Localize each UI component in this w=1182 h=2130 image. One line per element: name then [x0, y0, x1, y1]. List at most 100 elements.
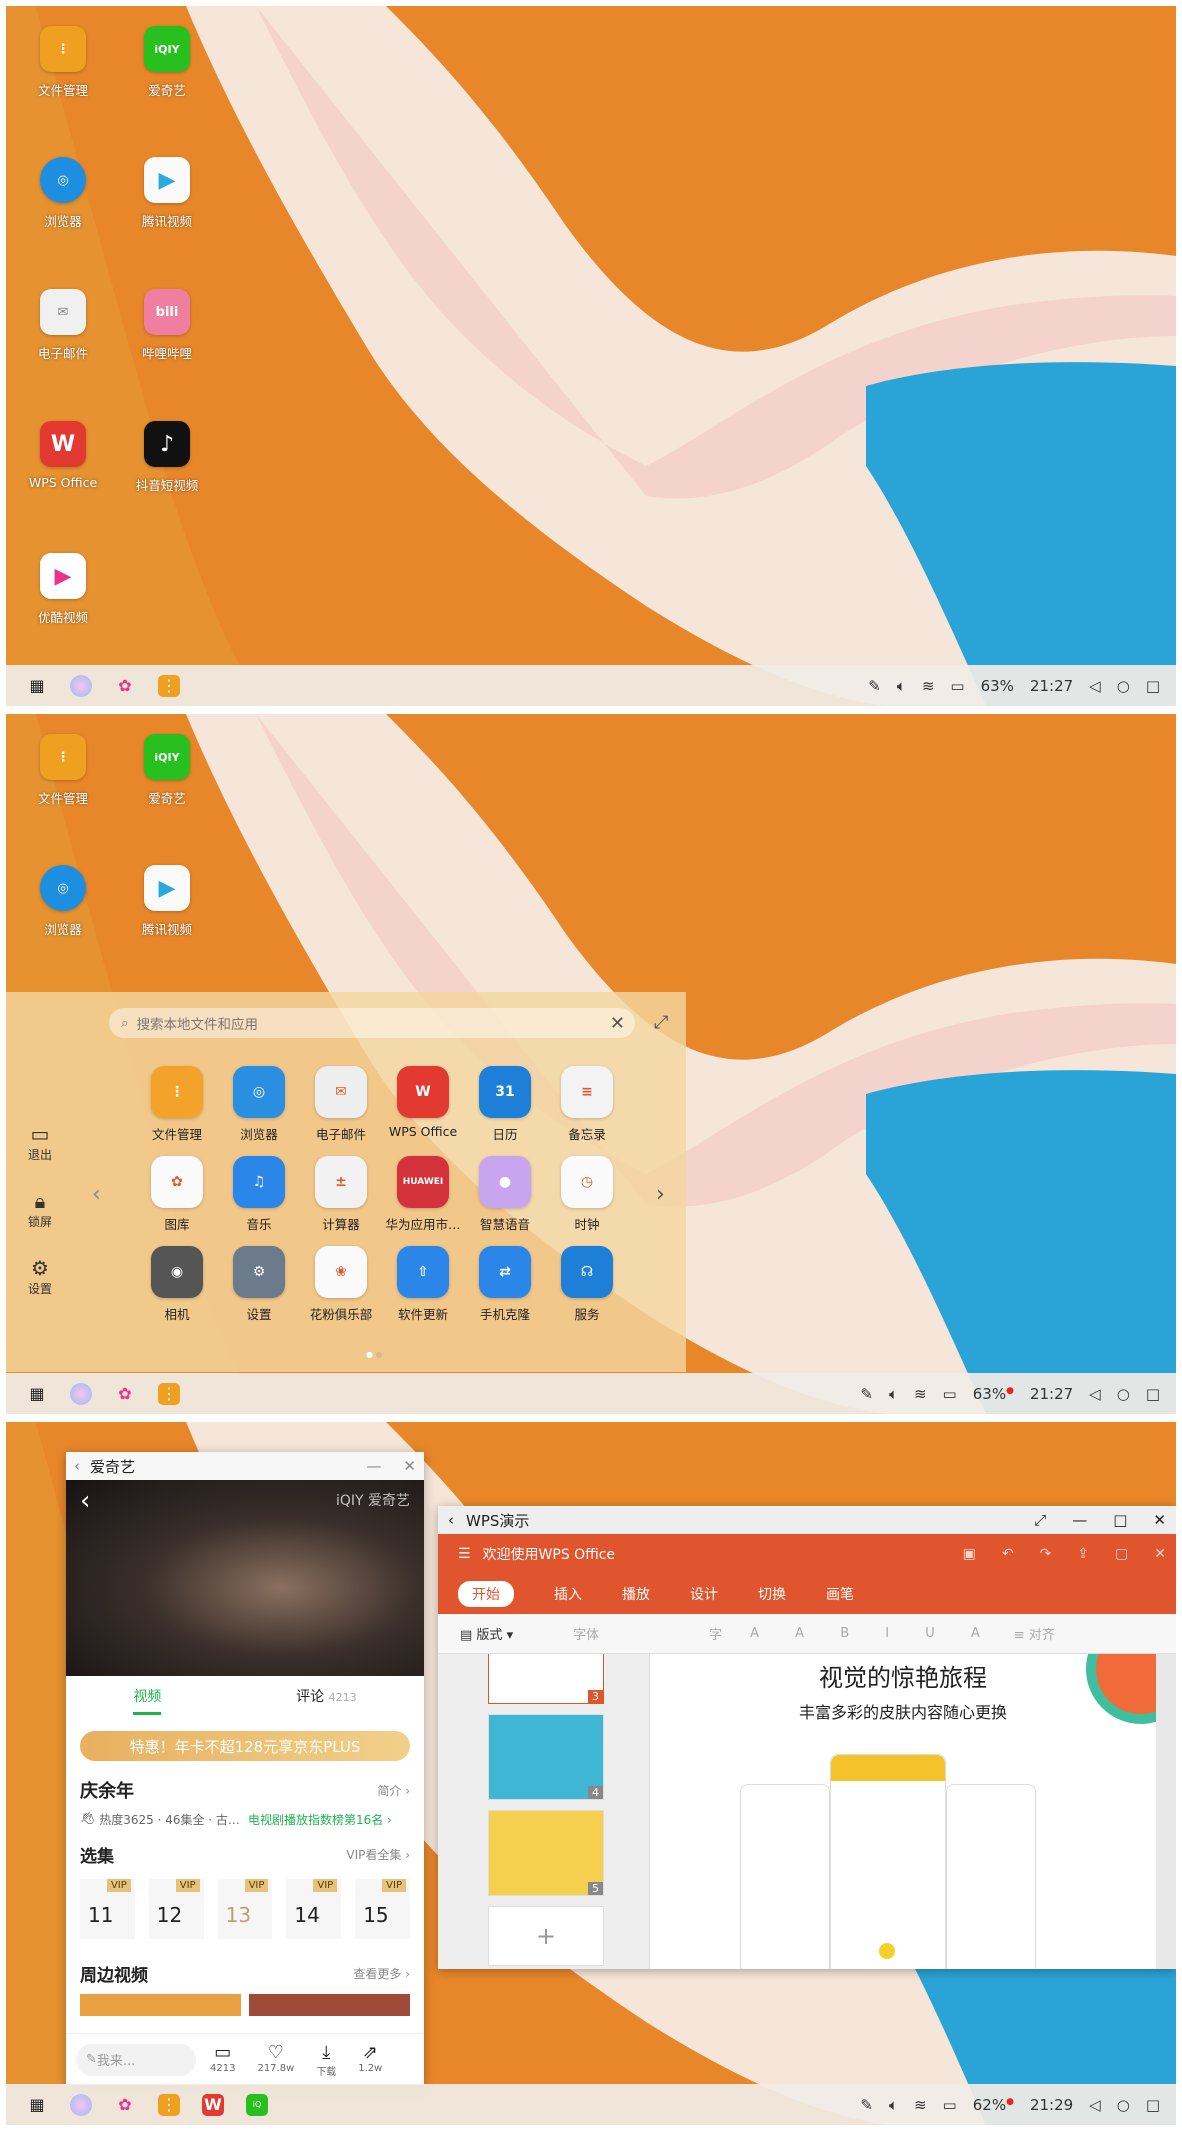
desktop-app-youku[interactable]: ▶ 优酷视频	[8, 553, 118, 626]
launcher-app[interactable]: HUAWEI 华为应用市…	[382, 1156, 464, 1233]
episode-item[interactable]: VIP 11	[80, 1879, 135, 1939]
launcher-app[interactable]: ● 智慧语音	[464, 1156, 546, 1233]
action-button[interactable]: ▭ 4213	[210, 2042, 235, 2078]
related-thumb[interactable]	[249, 1994, 410, 2016]
voice-assistant-icon[interactable]	[70, 1382, 92, 1405]
rank-link[interactable]: 电视剧播放指数榜第16名 ›	[248, 1811, 392, 1828]
file-manager-icon[interactable]: ⋮	[158, 2093, 180, 2116]
home-icon[interactable]: ○	[1117, 1385, 1130, 1403]
search-input[interactable]: ⌕ 搜索本地文件和应用 ✕	[109, 1008, 635, 1038]
format-buttons[interactable]: A A B I U A	[750, 1626, 996, 1641]
back-icon[interactable]: ◁	[1089, 2096, 1101, 2114]
promo-banner[interactable]: 特惠！年卡不超128元享京东PLUS	[80, 1731, 410, 1761]
file-manager-icon[interactable]: ⋮	[158, 674, 180, 697]
tab-comment[interactable]: 评论 4213	[296, 1686, 356, 1715]
launcher-app[interactable]: ♫ 音乐	[218, 1156, 300, 1233]
slide-thumb[interactable]: 5	[488, 1810, 604, 1896]
desktop-app-file-manager[interactable]: ⋮ 文件管理	[8, 26, 118, 99]
more-link[interactable]: 查看更多 ›	[353, 1965, 410, 1982]
home-icon[interactable]: ○	[1117, 2096, 1130, 2114]
app-drawer-icon[interactable]: ▦	[26, 675, 48, 697]
intro-link[interactable]: 简介 ›	[377, 1782, 410, 1799]
episode-item[interactable]: VIP 13	[217, 1879, 273, 1939]
add-slide-button[interactable]: +	[488, 1906, 604, 1966]
scrollbar[interactable]	[1156, 1654, 1176, 1969]
minimize-icon[interactable]: —	[1072, 1511, 1087, 1529]
back-icon[interactable]: ◁	[1089, 1385, 1101, 1403]
gallery-icon[interactable]: ✿	[114, 1383, 136, 1405]
exit-button[interactable]: ▭ 退出	[20, 1122, 60, 1163]
launcher-app[interactable]: ◎ 浏览器	[218, 1066, 300, 1143]
desktop-app-iqiyi[interactable]: iQIY 爱奇艺	[112, 734, 222, 807]
ribbon-tab[interactable]: 插入	[554, 1584, 582, 1604]
launcher-app[interactable]: ◉ 相机	[136, 1246, 218, 1323]
minimize-icon[interactable]: —	[366, 1457, 381, 1475]
action-button[interactable]: ♡ 217.8w	[257, 2042, 294, 2078]
font-select[interactable]: 字体	[573, 1624, 599, 1643]
ribbon-tab[interactable]: 切换	[758, 1584, 786, 1604]
launcher-app[interactable]: ⋮ 文件管理	[136, 1066, 218, 1143]
save-icon[interactable]: ▣	[963, 1546, 976, 1562]
episode-item[interactable]: VIP 12	[148, 1879, 204, 1939]
back-icon[interactable]: ‹	[448, 1511, 454, 1529]
layout-button[interactable]: ▤ 版式 ▾	[460, 1624, 513, 1643]
desktop-app-wps[interactable]: W WPS Office	[8, 421, 118, 490]
volume-icon[interactable]: 🔈︎	[889, 2096, 898, 2114]
launcher-app[interactable]: ☊ 服务	[546, 1246, 628, 1323]
desktop-app-browser[interactable]: ◎ 浏览器	[8, 157, 118, 230]
ribbon-tab[interactable]: 播放	[622, 1584, 650, 1604]
recents-icon[interactable]: □	[1146, 677, 1160, 695]
desktop-app-tencent-video[interactable]: ▶ 腾讯视频	[112, 865, 222, 938]
back-icon[interactable]: ◁	[1089, 677, 1101, 695]
desktop-app-bilibili[interactable]: bili 哔哩哔哩	[112, 289, 222, 362]
action-button[interactable]: ⇗ 1.2w	[358, 2042, 382, 2078]
launcher-app[interactable]: W WPS Office	[382, 1066, 464, 1139]
redo-icon[interactable]: ↷	[1040, 1546, 1052, 1562]
share-icon[interactable]: ⇪	[1077, 1546, 1089, 1562]
recents-icon[interactable]: □	[1146, 1385, 1160, 1403]
expand-icon[interactable]: ⤢	[654, 1012, 668, 1033]
voice-assistant-icon[interactable]	[70, 2093, 92, 2116]
launcher-app[interactable]: ⚙ 设置	[218, 1246, 300, 1323]
gallery-icon[interactable]: ✿	[114, 675, 136, 697]
desktop-app-file-manager[interactable]: ⋮ 文件管理	[8, 734, 118, 807]
launcher-app[interactable]: ≡ 备忘录	[546, 1066, 628, 1143]
volume-icon[interactable]: 🔈︎	[897, 677, 906, 695]
action-button[interactable]: ⤓ 下载	[316, 2042, 336, 2078]
desktop-app-mail[interactable]: ✉ 电子邮件	[8, 289, 118, 362]
settings-button[interactable]: ⚙ 设置	[20, 1256, 60, 1297]
menu-icon[interactable]: ☰	[458, 1546, 471, 1562]
undo-icon[interactable]: ↶	[1002, 1546, 1014, 1562]
ribbon-tab[interactable]: 设计	[690, 1584, 718, 1604]
launcher-app[interactable]: ⇧ 软件更新	[382, 1246, 464, 1323]
launcher-app[interactable]: ⇄ 手机克隆	[464, 1246, 546, 1323]
vip-all-link[interactable]: VIP看全集 ›	[346, 1846, 410, 1863]
pen-icon[interactable]: ✎	[860, 1385, 873, 1403]
wps-icon[interactable]: W	[202, 2093, 224, 2116]
app-drawer-icon[interactable]: ▦	[26, 2094, 48, 2116]
home-icon[interactable]: ○	[1117, 677, 1130, 695]
volume-icon[interactable]: 🔈︎	[889, 1385, 898, 1403]
desktop-app-douyin[interactable]: ♪ 抖音短视频	[112, 421, 222, 494]
file-manager-icon[interactable]: ⋮	[158, 1382, 180, 1405]
close-icon[interactable]: ✕	[1153, 1511, 1166, 1529]
back-icon[interactable]: ‹	[74, 1457, 80, 1475]
video-player[interactable]: ‹ iQIY 爱奇艺	[66, 1480, 424, 1676]
close-icon[interactable]: ✕	[403, 1457, 416, 1475]
voice-assistant-icon[interactable]	[70, 674, 92, 697]
iqiyi-icon[interactable]: iQ	[246, 2093, 268, 2116]
back-icon[interactable]: ‹	[80, 1486, 90, 1516]
episode-item[interactable]: VIP 15	[355, 1879, 410, 1939]
launcher-app[interactable]: ❀ 花粉俱乐部	[300, 1246, 382, 1323]
font-size-select[interactable]: 字	[709, 1624, 722, 1643]
slide-canvas[interactable]: 视觉的惊艳旅程 丰富多彩的皮肤内容随心更换	[650, 1654, 1156, 1969]
slide-thumb[interactable]: 4	[488, 1714, 604, 1800]
prev-page-icon[interactable]: ‹	[92, 1182, 101, 1207]
comment-input[interactable]: ✎ 我来...	[76, 2043, 196, 2076]
launcher-app[interactable]: 31 日历	[464, 1066, 546, 1143]
desktop-app-tencent-video[interactable]: ▶ 腾讯视频	[112, 157, 222, 230]
lock-button[interactable]: 🔒︎ 锁屏	[20, 1189, 60, 1230]
episode-item[interactable]: VIP 14	[286, 1879, 342, 1939]
maximize-icon[interactable]: □	[1113, 1511, 1127, 1529]
next-page-icon[interactable]: ›	[656, 1182, 665, 1207]
